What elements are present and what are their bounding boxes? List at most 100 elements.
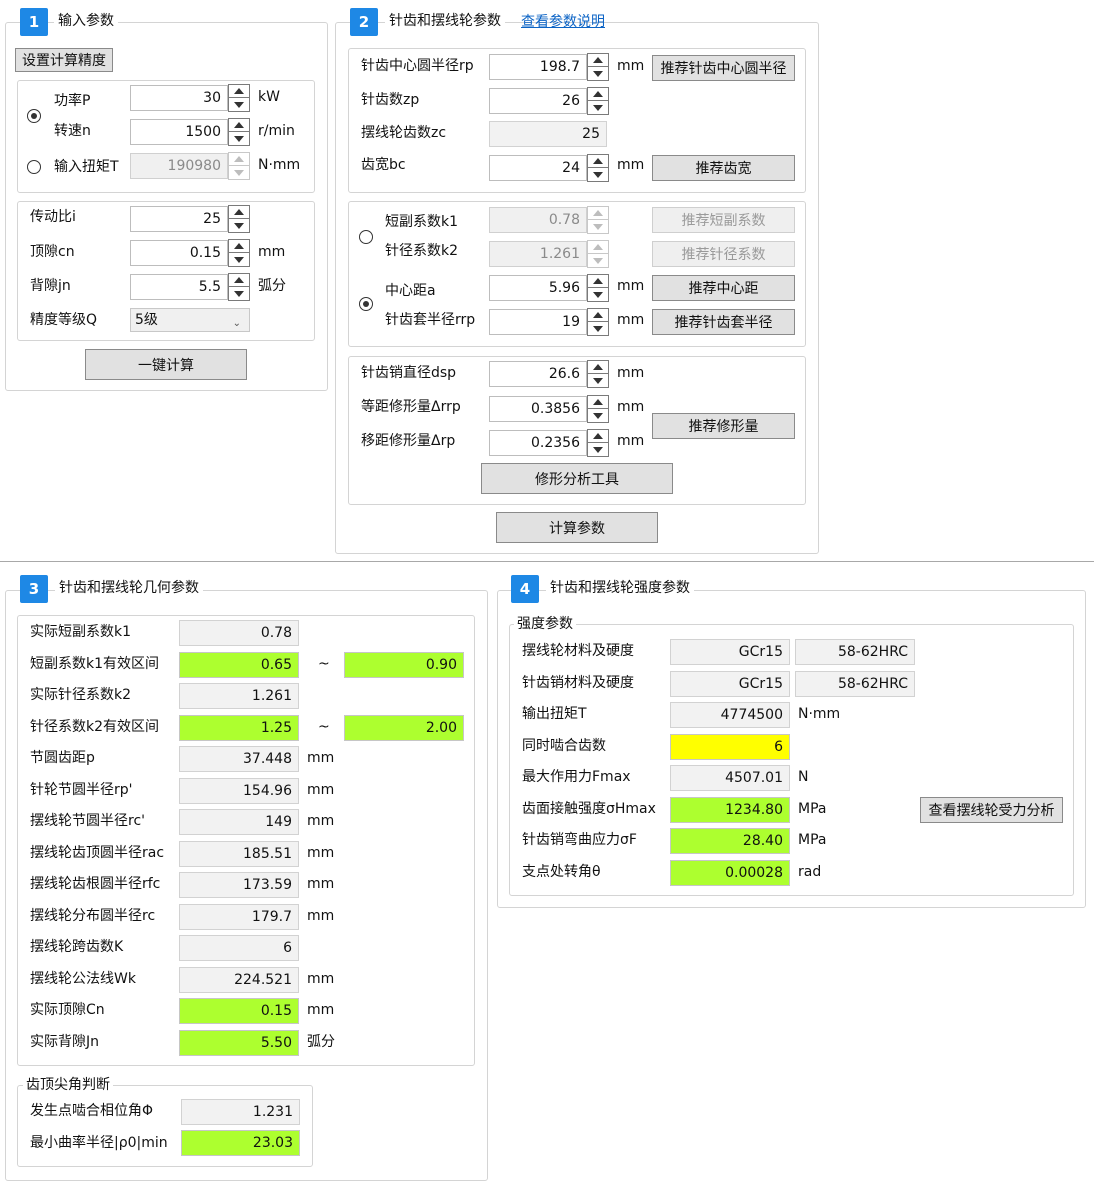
- force-analysis-button[interactable]: 查看摆线轮受力分析: [920, 797, 1063, 823]
- drrp-spinner[interactable]: [587, 395, 609, 423]
- bc-input[interactable]: 24: [489, 155, 587, 181]
- tip-angle-title: 齿顶尖角判断: [23, 1076, 113, 1094]
- recommend-k1-button[interactable]: 推荐短副系数: [652, 207, 795, 233]
- zp-input[interactable]: 26: [489, 88, 587, 114]
- ratio-input[interactable]: 25: [130, 206, 228, 232]
- rrp-input[interactable]: 19: [489, 309, 587, 335]
- clearance-unit: mm: [258, 244, 286, 260]
- dsp-spinner[interactable]: [587, 360, 609, 388]
- max-force-unit: N: [798, 769, 809, 785]
- zp-label: 针齿数zp: [361, 92, 420, 108]
- zc-label: 摆线轮齿数zc: [361, 125, 447, 141]
- clearance-input[interactable]: 0.15: [130, 240, 228, 266]
- recommend-k2-button[interactable]: 推荐针径系数: [652, 241, 795, 267]
- zp-spinner[interactable]: [587, 87, 609, 115]
- k1-input[interactable]: 0.78: [489, 207, 587, 233]
- torque-radio[interactable]: [27, 160, 41, 174]
- rrp-spinner[interactable]: [587, 308, 609, 336]
- recommend-bc-button[interactable]: 推荐齿宽: [652, 155, 795, 181]
- recommend-rrp-button[interactable]: 推荐针齿套半径: [652, 309, 795, 335]
- bc-spinner[interactable]: [587, 154, 609, 182]
- geometry-row-value: 1.261: [179, 683, 299, 709]
- bc-unit: mm: [617, 157, 645, 173]
- geometry-row-label: 针轮节圆半径rp': [30, 782, 133, 798]
- k2-spinner[interactable]: [587, 240, 609, 268]
- geometry-row-value: 37.448: [179, 746, 299, 772]
- geometry-row-value: 185.51: [179, 841, 299, 867]
- rp-spinner[interactable]: [587, 53, 609, 81]
- set-precision-button[interactable]: 设置计算精度: [15, 48, 113, 72]
- power-input[interactable]: 30: [130, 85, 228, 111]
- recommend-modification-button[interactable]: 推荐修形量: [652, 413, 795, 439]
- backlash-spinner[interactable]: [228, 273, 250, 301]
- geometry-row-label: 实际短副系数k1: [30, 624, 132, 640]
- geometry-row-unit: 弧分: [307, 1034, 335, 1050]
- bend-stress-label: 针齿销弯曲应力σF: [522, 832, 637, 848]
- dsp-input[interactable]: 26.6: [489, 361, 587, 387]
- one-click-calc-button[interactable]: 一键计算: [85, 349, 247, 380]
- modification-tool-button[interactable]: 修形分析工具: [481, 463, 673, 494]
- mat2-label: 针齿销材料及硬度: [522, 675, 634, 691]
- rho-value: 23.03: [181, 1130, 300, 1156]
- geometry-row-value: 6: [179, 935, 299, 961]
- geometry-row-value-max: 0.90: [344, 652, 464, 678]
- backlash-unit: 弧分: [258, 278, 286, 294]
- drp-unit: mm: [617, 433, 645, 449]
- rrp-unit: mm: [617, 312, 645, 328]
- strength-group-title: 强度参数: [514, 615, 576, 633]
- k2-input[interactable]: 1.261: [489, 241, 587, 267]
- pivot-angle-label: 支点处转角θ: [522, 864, 601, 880]
- center-distance-radio[interactable]: [359, 297, 373, 311]
- rp-label: 针齿中心圆半径rp: [361, 58, 474, 74]
- coefficient-radio[interactable]: [359, 230, 373, 244]
- geometry-row-unit: mm: [307, 971, 335, 987]
- torque-unit: N·mm: [258, 157, 301, 173]
- speed-input[interactable]: 1500: [130, 119, 228, 145]
- grade-select[interactable]: 5级 ⌄: [130, 308, 250, 332]
- clearance-spinner[interactable]: [228, 239, 250, 267]
- drp-spinner[interactable]: [587, 429, 609, 457]
- rp-unit: mm: [617, 58, 645, 74]
- panel1-number: 1: [20, 8, 48, 36]
- calc-params-button[interactable]: 计算参数: [496, 512, 658, 543]
- mat2-value: GCr15: [670, 671, 790, 697]
- a-unit: mm: [617, 278, 645, 294]
- speed-unit: r/min: [258, 123, 295, 139]
- grade-value: 5级: [135, 312, 158, 328]
- power-speed-radio[interactable]: [27, 109, 41, 123]
- panel1-title: 输入参数: [54, 12, 118, 30]
- drrp-input[interactable]: 0.3856: [489, 396, 587, 422]
- power-spinner[interactable]: [228, 84, 250, 112]
- rp-input[interactable]: 198.7: [489, 54, 587, 80]
- panel4-number: 4: [511, 575, 539, 603]
- output-torque-value: 4774500: [670, 702, 790, 728]
- geometry-row-label: 短副系数k1有效区间: [30, 656, 160, 672]
- phase-value: 1.231: [181, 1099, 300, 1125]
- clearance-label: 顶隙cn: [30, 244, 75, 260]
- contact-stress-value: 1234.80: [670, 797, 790, 823]
- drp-input[interactable]: 0.2356: [489, 430, 587, 456]
- torque-spinner[interactable]: [228, 152, 250, 180]
- mat2-hardness: 58-62HRC: [795, 671, 915, 697]
- bend-stress-value: 28.40: [670, 828, 790, 854]
- recommend-a-button[interactable]: 推荐中心距: [652, 275, 795, 301]
- grade-label: 精度等级Q: [30, 312, 98, 328]
- ratio-spinner[interactable]: [228, 205, 250, 233]
- drrp-unit: mm: [617, 399, 645, 415]
- range-tilde: ~: [318, 719, 330, 735]
- panel3-title: 针齿和摆线轮几何参数: [55, 579, 203, 597]
- speed-spinner[interactable]: [228, 118, 250, 146]
- geometry-row-value: 173.59: [179, 872, 299, 898]
- help-link[interactable]: 查看参数说明: [521, 13, 605, 31]
- speed-label: 转速n: [54, 123, 91, 139]
- mat1-hardness: 58-62HRC: [795, 639, 915, 665]
- torque-input[interactable]: 190980: [130, 153, 228, 179]
- a-spinner[interactable]: [587, 274, 609, 302]
- chevron-down-icon: ⌄: [232, 318, 241, 329]
- k1-spinner[interactable]: [587, 206, 609, 234]
- geometry-row-value: 154.96: [179, 778, 299, 804]
- mat1-value: GCr15: [670, 639, 790, 665]
- backlash-input[interactable]: 5.5: [130, 274, 228, 300]
- recommend-rp-button[interactable]: 推荐针齿中心圆半径: [652, 55, 795, 81]
- a-input[interactable]: 5.96: [489, 275, 587, 301]
